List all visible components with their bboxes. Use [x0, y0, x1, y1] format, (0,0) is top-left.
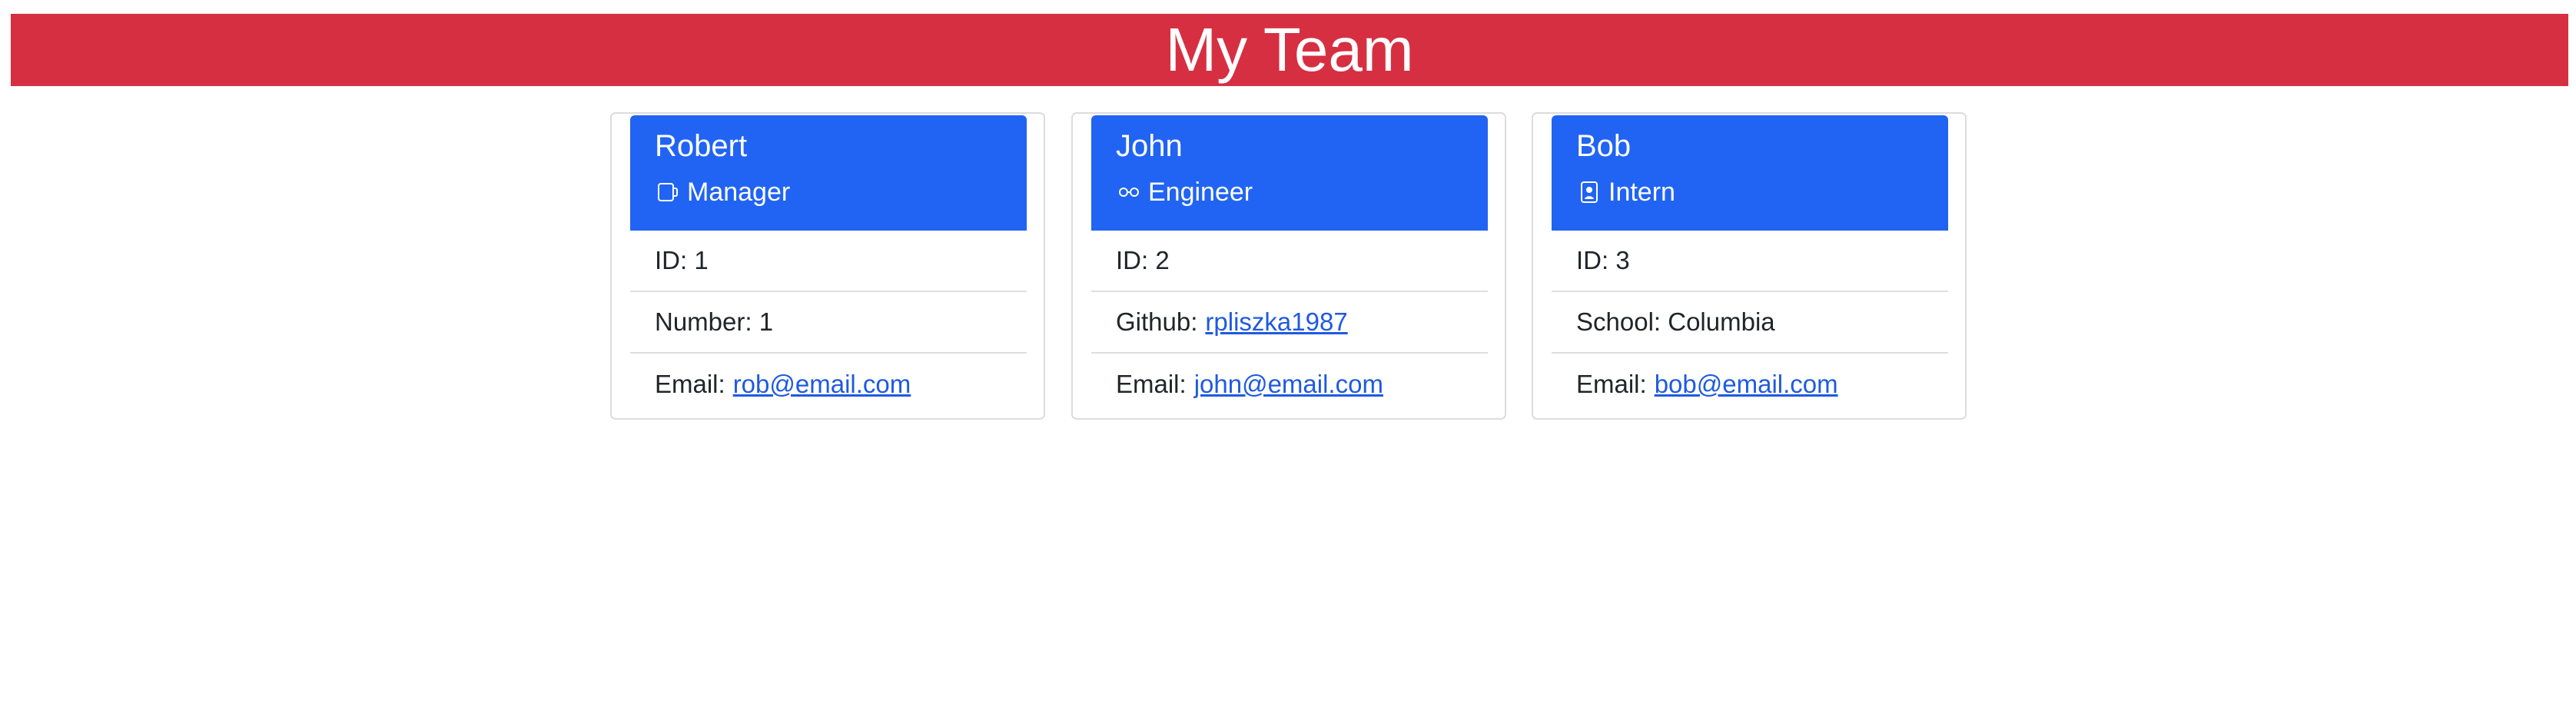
coffee-mug-icon	[655, 179, 681, 205]
glasses-icon	[1116, 179, 1142, 205]
employee-role: Engineer	[1116, 177, 1253, 208]
role-label: Engineer	[1148, 178, 1253, 207]
employee-card-robert: Robert Manager ID: 1 Number: 1 Email: ro…	[610, 112, 1045, 420]
id-row: ID: 2	[1091, 231, 1488, 292]
id-text: ID: 3	[1576, 246, 1630, 274]
role-label: Manager	[687, 178, 791, 207]
role-label: Intern	[1608, 178, 1675, 207]
email-row: Email: rob@email.com	[630, 354, 1027, 415]
team-cards: Robert Manager ID: 1 Number: 1 Email: ro…	[0, 0, 2576, 701]
github-row: Github: rpliszka1987	[1091, 292, 1488, 354]
employee-card-bob: Bob Intern ID: 3 School: Columbia Email:…	[1532, 112, 1967, 420]
person-badge-icon	[1576, 179, 1602, 205]
employee-name: Bob	[1576, 129, 1632, 163]
employee-name: Robert	[655, 129, 748, 163]
id-text: ID: 1	[655, 246, 709, 274]
team-page: My Team Robert Manager ID: 1 Number: 1 E…	[0, 0, 2576, 701]
email-link[interactable]: john@email.com	[1194, 370, 1383, 399]
email-label: Email:	[1116, 370, 1187, 398]
id-text: ID: 2	[1116, 246, 1170, 274]
email-label: Email:	[655, 370, 725, 398]
email-label: Email:	[1576, 370, 1647, 398]
school-row: School: Columbia	[1552, 292, 1948, 354]
email-row: Email: bob@email.com	[1552, 354, 1948, 415]
card-header: Bob Intern	[1552, 115, 1948, 231]
employee-role: Intern	[1576, 177, 1675, 208]
card-header: Robert Manager	[630, 115, 1027, 231]
email-row: Email: john@email.com	[1091, 354, 1488, 415]
office-number-text: Number: 1	[655, 307, 774, 336]
email-link[interactable]: rob@email.com	[733, 370, 911, 399]
employee-details: ID: 1 Number: 1 Email: rob@email.com	[630, 231, 1027, 415]
id-row: ID: 3	[1552, 231, 1948, 292]
employee-role: Manager	[655, 177, 790, 208]
employee-details: ID: 2 Github: rpliszka1987 Email: john@e…	[1091, 231, 1488, 415]
github-link[interactable]: rpliszka1987	[1205, 307, 1347, 337]
employee-card-john: John Engineer ID: 2 Github: rpliszka1987…	[1071, 112, 1506, 420]
email-link[interactable]: bob@email.com	[1655, 370, 1838, 399]
school-text: School: Columbia	[1576, 307, 1775, 336]
card-header: John Engineer	[1091, 115, 1488, 231]
github-label: Github:	[1116, 307, 1198, 336]
employee-name: John	[1116, 129, 1183, 163]
id-row: ID: 1	[630, 231, 1027, 292]
employee-details: ID: 3 School: Columbia Email: bob@email.…	[1552, 231, 1948, 415]
office-number-row: Number: 1	[630, 292, 1027, 354]
